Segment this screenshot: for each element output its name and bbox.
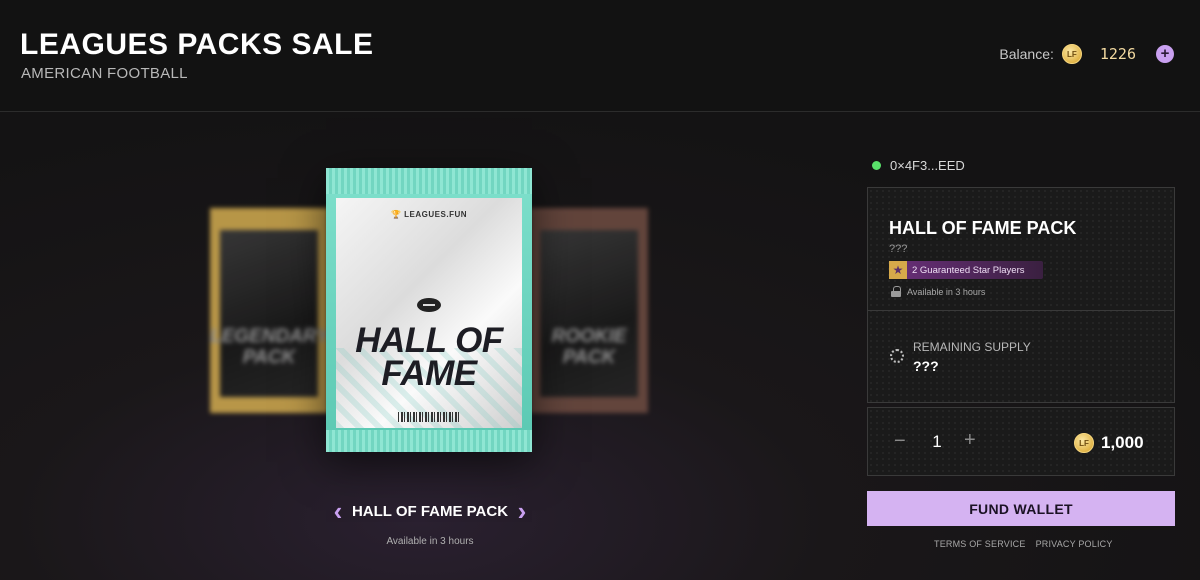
pack-label-line2: PACK [562, 347, 616, 368]
quantity-panel: − 1 + LF 1,000 [867, 407, 1175, 476]
lock-icon [891, 286, 901, 297]
pack-crimp-top [326, 168, 532, 194]
pack-label: HALL OF FAME [326, 321, 532, 393]
pack-brand-logo: 🏆 LEAGUES.FUN [390, 210, 468, 219]
pack-crimp-bottom [326, 430, 532, 452]
page-title: LEAGUES PACKS SALE [20, 28, 374, 61]
availability-row: Available in 3 hours [891, 286, 985, 297]
pack-label-line2: FAME [381, 354, 477, 393]
wallet-address: 0×4F3...EED [890, 158, 965, 173]
page-subtitle: AMERICAN FOOTBALL [21, 65, 188, 82]
supply-value: ??? [913, 358, 939, 374]
pack-details-description: ??? [889, 243, 908, 255]
pack-face [540, 230, 638, 397]
pack-label: LEGENDARY PACK [210, 326, 328, 368]
lf-coin-icon: LF [1061, 44, 1082, 64]
balance-value: 1226 [1099, 45, 1136, 63]
chevron-right-icon[interactable]: › [514, 498, 530, 524]
pack-availability: Available in 3 hours [386, 536, 474, 547]
pack-label-line2: PACK [242, 347, 296, 368]
pack-details-panel: HALL OF FAME PACK ??? ★ 2 Guaranteed Sta… [867, 187, 1175, 403]
hall-of-fame-pack-card[interactable]: 🏆 LEAGUES.FUN HALL OF FAME [326, 168, 532, 452]
pack-label-line1: HALL OF [355, 321, 503, 360]
guaranteed-badge: ★ 2 Guaranteed Star Players [889, 261, 1043, 279]
star-icon: ★ [889, 261, 907, 279]
rookie-pack-card[interactable]: ROOKIE PACK [530, 208, 648, 413]
pack-label-line1: LEGENDARY [210, 326, 328, 347]
legendary-pack-card[interactable]: LEGENDARY PACK [210, 208, 328, 413]
barcode-icon [398, 412, 460, 422]
guaranteed-text: 2 Guaranteed Star Players [912, 264, 1025, 276]
fund-wallet-button[interactable]: FUND WALLET [867, 491, 1175, 526]
footer-links: TERMS OF SERVICE PRIVACY POLICY [934, 539, 1113, 549]
quantity-decrease-button[interactable]: − [894, 430, 906, 452]
availability-text: Available in 3 hours [907, 286, 986, 297]
chevron-left-icon[interactable]: ‹ [330, 498, 346, 524]
terms-link[interactable]: TERMS OF SERVICE [934, 539, 1026, 549]
selected-pack-name: HALL OF FAME PACK [351, 502, 509, 520]
lf-coin-icon: LF [1074, 433, 1094, 453]
total-price: 1,000 [1101, 433, 1144, 452]
balance-display: Balance: LF 1226 + [999, 42, 1174, 66]
football-icon [417, 298, 441, 312]
page-header: LEAGUES PACKS SALE AMERICAN FOOTBALL Bal… [0, 0, 1200, 112]
carousel-nav: ‹ HALL OF FAME PACK › [330, 498, 530, 524]
quantity-value: 1 [932, 432, 942, 451]
balance-label: Balance: [999, 46, 1054, 62]
divider [868, 310, 1174, 311]
connected-dot-icon [872, 161, 881, 170]
loading-icon [890, 349, 904, 363]
privacy-link[interactable]: PRIVACY POLICY [1036, 539, 1113, 549]
pack-label: ROOKIE PACK [530, 326, 648, 368]
quantity-increase-button[interactable]: + [964, 429, 976, 451]
pack-label-line1: ROOKIE [551, 326, 627, 347]
pack-face [220, 230, 318, 397]
wallet-status[interactable]: 0×4F3...EED [872, 158, 965, 173]
pack-details-title: HALL OF FAME PACK [889, 218, 1077, 238]
add-funds-button[interactable]: + [1156, 45, 1174, 63]
supply-label: REMAINING SUPPLY [913, 340, 1031, 354]
